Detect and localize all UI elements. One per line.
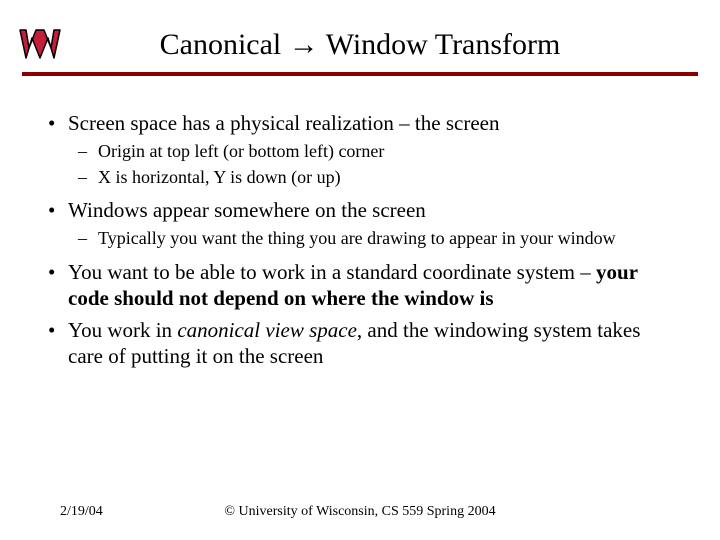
bullet-item: You want to be able to work in a standar… (68, 259, 680, 312)
bullet-text: You work in canonical view space, and th… (68, 318, 640, 368)
wisconsin-logo (16, 22, 64, 70)
sub-bullet-item: X is horizontal, Y is down (or up) (98, 166, 680, 189)
slide-header: Canonical → Window Transform (0, 0, 720, 84)
bullet-item: Windows appear somewhere on the screen T… (68, 197, 680, 251)
bullet-item: You work in canonical view space, and th… (68, 317, 680, 370)
sub-bullet-list: Origin at top left (or bottom left) corn… (68, 140, 680, 189)
bullet-text: You want to be able to work in a standar… (68, 260, 638, 310)
title-suffix: Window Transform (319, 28, 561, 61)
sub-bullet-item: Origin at top left (or bottom left) corn… (98, 140, 680, 163)
arrow-icon: → (289, 28, 319, 61)
sub-bullet-list: Typically you want the thing you are dra… (68, 227, 680, 250)
slide-content: Screen space has a physical realization … (0, 84, 720, 370)
footer-date: 2/19/04 (60, 504, 103, 520)
sub-bullet-item: Typically you want the thing you are dra… (98, 227, 680, 250)
slide-footer: 2/19/04 © University of Wisconsin, CS 55… (0, 504, 720, 520)
bullet-text: Screen space has a physical realization … (68, 111, 499, 135)
title-prefix: Canonical (160, 28, 289, 61)
bullet-list: Screen space has a physical realization … (40, 110, 680, 370)
slide-title: Canonical → Window Transform (0, 28, 720, 62)
footer-copyright: © University of Wisconsin, CS 559 Spring… (0, 504, 720, 520)
title-divider (22, 72, 698, 76)
bullet-text: Windows appear somewhere on the screen (68, 198, 426, 222)
bullet-item: Screen space has a physical realization … (68, 110, 680, 189)
